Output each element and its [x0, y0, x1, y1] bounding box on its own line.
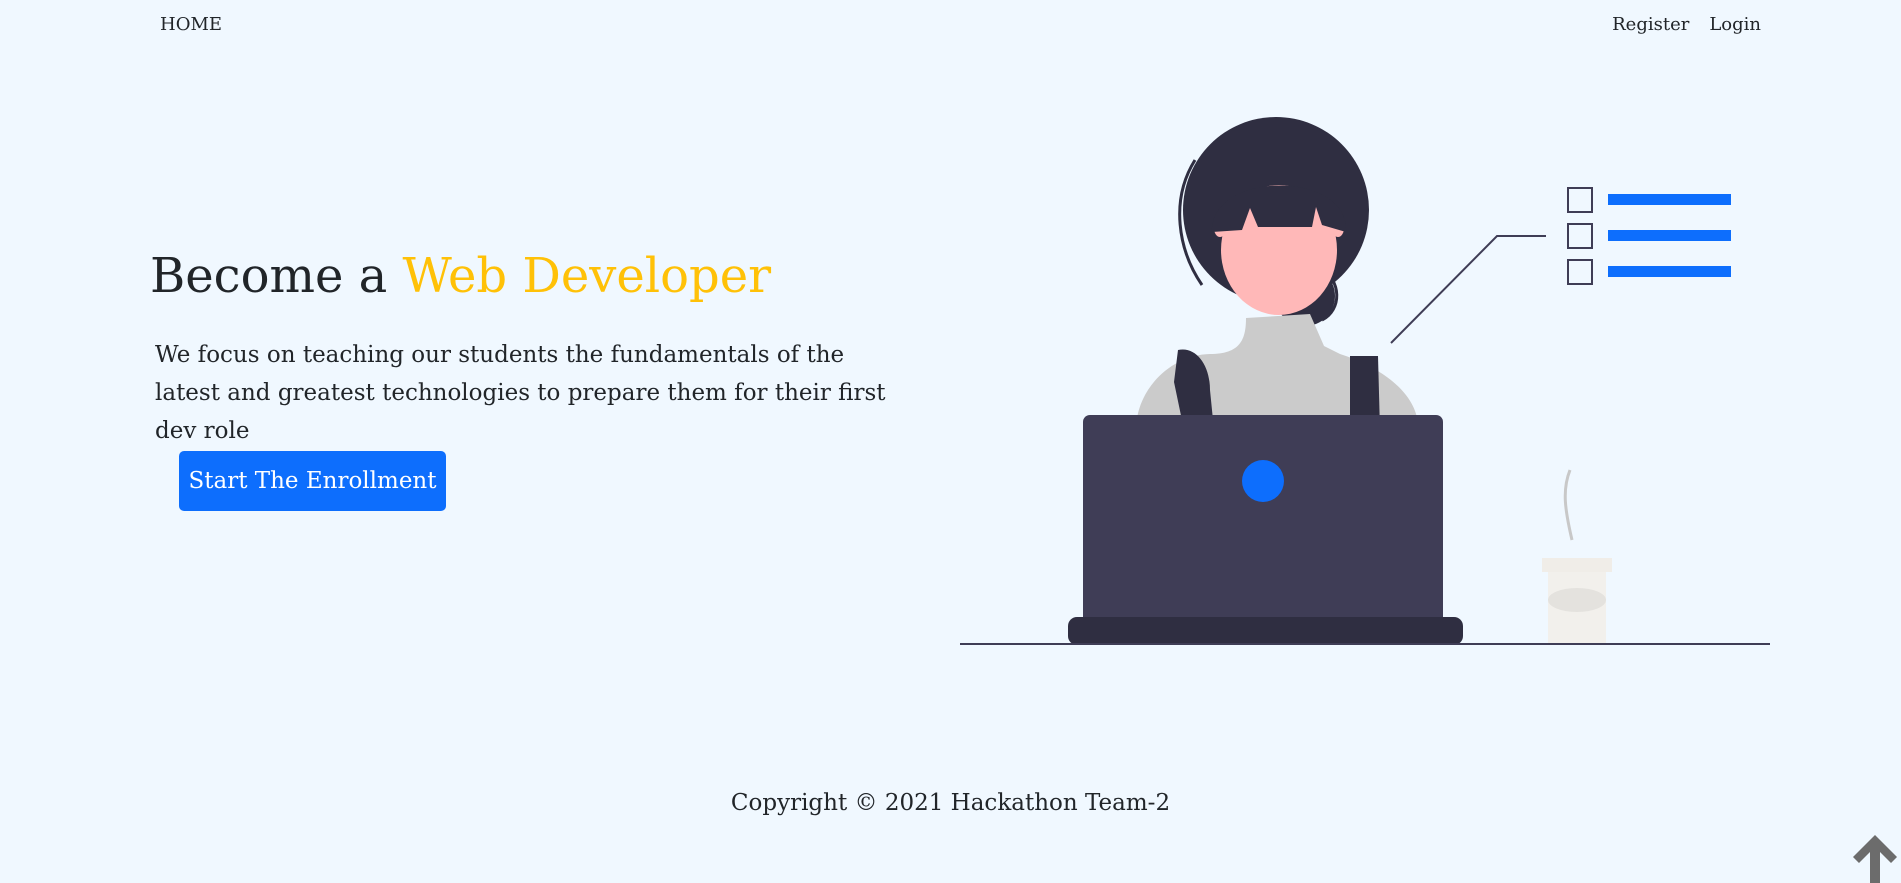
- hero-title: Become a Web Developer: [150, 246, 771, 306]
- hero-title-accent: Web Developer: [402, 248, 772, 304]
- hero-description: We focus on teaching our students the fu…: [155, 342, 886, 444]
- nav-login-link[interactable]: Login: [1709, 14, 1761, 35]
- woman-at-laptop-illustration: [960, 117, 1770, 645]
- copyright-text: Copyright © 2021 Hackathon Team-2: [730, 790, 1171, 816]
- hero-title-prefix: Become a: [150, 248, 403, 304]
- nav-home-link[interactable]: HOME: [160, 14, 222, 35]
- start-enrollment-button[interactable]: Start The Enrollment: [179, 451, 446, 511]
- nav-auth-links: Register Login: [1612, 14, 1761, 35]
- page: HOME Register Login Become a Web Develop…: [0, 0, 1901, 883]
- arrow-up-icon[interactable]: [1849, 831, 1901, 883]
- nav-register-link[interactable]: Register: [1612, 14, 1689, 35]
